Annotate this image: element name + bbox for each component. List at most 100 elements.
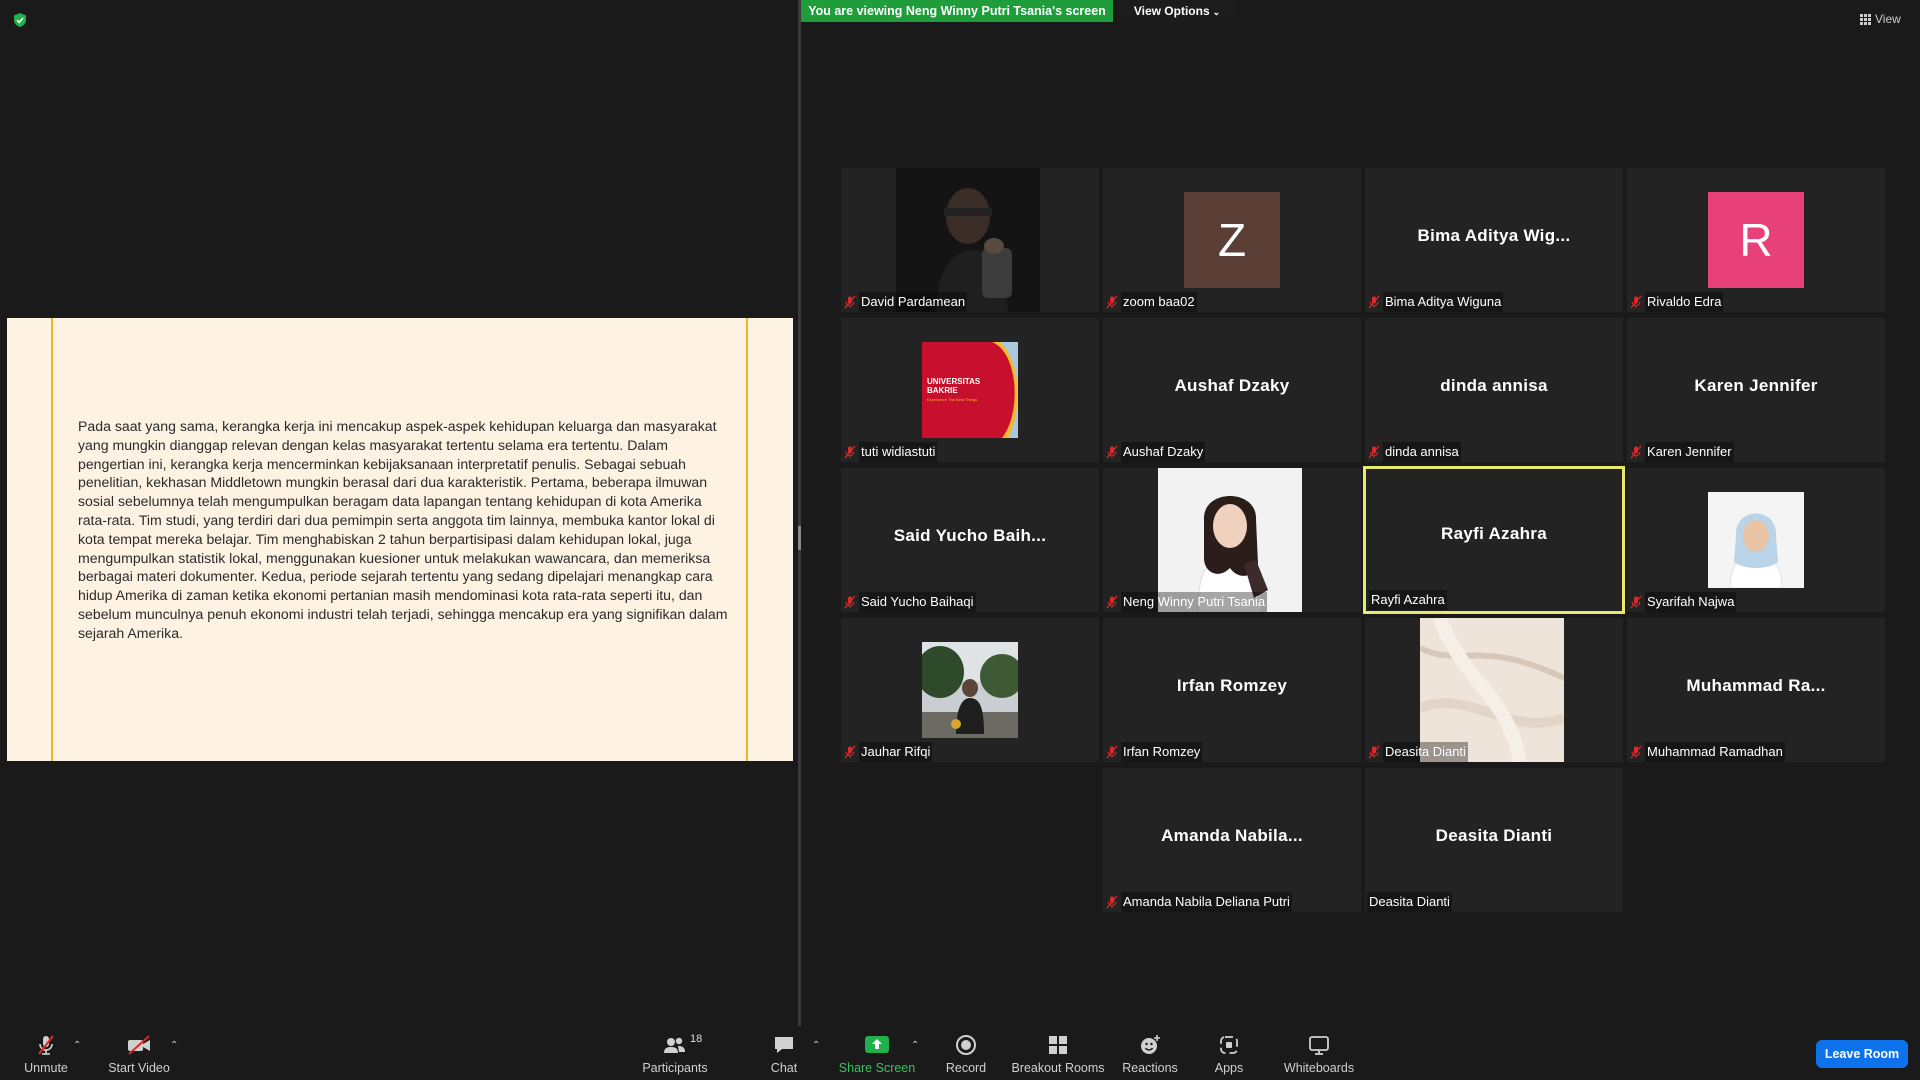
muted-mic-icon	[1630, 745, 1642, 759]
breakout-rooms-label: Breakout Rooms	[1011, 1061, 1105, 1075]
share-screen-label: Share Screen	[838, 1061, 916, 1075]
breakout-rooms-button[interactable]: Breakout Rooms	[1011, 1026, 1105, 1080]
participant-name: Jauhar Rifqi	[859, 742, 933, 762]
participant-name-label: Bima Aditya Wiguna	[1367, 292, 1507, 312]
chat-label: Chat	[770, 1061, 798, 1075]
slide-right-rule	[746, 318, 748, 761]
participant-name-label: Muhammad Ramadhan	[1629, 742, 1789, 762]
participant-tile[interactable]: David Pardamean	[841, 168, 1099, 312]
security-shield-icon[interactable]	[12, 12, 28, 28]
muted-mic-icon	[1630, 595, 1642, 609]
record-icon	[951, 1033, 981, 1057]
apps-button[interactable]: Apps	[1214, 1026, 1244, 1080]
muted-mic-icon	[1630, 295, 1642, 309]
chat-button[interactable]: Chat	[768, 1026, 800, 1080]
participant-name: Neng Winny Putri Tsania	[1121, 592, 1268, 612]
participant-tile[interactable]: Muhammad Ra... Muhammad Ramadhan	[1627, 618, 1885, 762]
video-camera-off-icon	[124, 1033, 154, 1057]
participant-name: tuti widiastuti	[859, 442, 938, 462]
muted-mic-icon	[1630, 445, 1642, 459]
video-options-caret-icon[interactable]: ⌃	[170, 1040, 178, 1051]
participant-name: Rivaldo Edra	[1645, 292, 1724, 312]
participant-tile[interactable]: Bima Aditya Wig... Bima Aditya Wiguna	[1365, 168, 1623, 312]
whiteboard-icon	[1304, 1033, 1334, 1057]
whiteboards-button[interactable]: Whiteboards	[1284, 1026, 1354, 1080]
shared-screen-area: Pada saat yang sama, kerangka kerja ini …	[0, 0, 797, 1024]
record-button[interactable]: Record	[944, 1026, 988, 1080]
reactions-label: Reactions	[1122, 1061, 1178, 1075]
viewing-screen-banner: You are viewing Neng Winny Putri Tsania'…	[801, 0, 1113, 22]
participant-name-label: Rayfi Azahra	[1369, 590, 1451, 610]
participant-video	[922, 642, 1018, 738]
participant-name: Deasita Dianti	[1383, 742, 1468, 762]
participant-name: Karen Jennifer	[1645, 442, 1734, 462]
start-video-button[interactable]: Start Video	[106, 1026, 172, 1080]
participant-tile[interactable]: dinda annisa dinda annisa	[1365, 318, 1623, 462]
reactions-smiley-icon	[1135, 1033, 1165, 1057]
muted-mic-icon	[1368, 445, 1380, 459]
participant-name: Muhammad Ramadhan	[1645, 742, 1785, 762]
participant-tile[interactable]: Deasita Dianti	[1365, 618, 1623, 762]
participant-display-name: dinda annisa	[1440, 376, 1548, 395]
participant-video: UNIVERSITASBAKRIE Experience The Best Thi…	[922, 342, 1018, 438]
participant-tile[interactable]: R Rivaldo Edra	[1627, 168, 1885, 312]
svg-text:UNIVERSITAS: UNIVERSITAS	[927, 377, 981, 386]
chat-options-caret-icon[interactable]: ⌃	[812, 1040, 820, 1051]
split-divider[interactable]	[798, 0, 801, 1026]
participant-name-label: Rivaldo Edra	[1629, 292, 1727, 312]
share-screen-button[interactable]: Share Screen	[838, 1026, 916, 1080]
participant-tile[interactable]: Amanda Nabila... Amanda Nabila Deliana Pu…	[1103, 768, 1361, 912]
participant-name-label: tuti widiastuti	[843, 442, 941, 462]
chat-bubble-icon	[769, 1033, 799, 1057]
muted-mic-icon	[1368, 295, 1380, 309]
muted-mic-icon	[844, 595, 856, 609]
audio-options-caret-icon[interactable]: ⌃	[73, 1040, 81, 1051]
apps-label: Apps	[1214, 1061, 1244, 1075]
participant-name: Aushaf Dzaky	[1121, 442, 1206, 462]
leave-room-button[interactable]: Leave Room	[1816, 1040, 1908, 1068]
participant-name-label: Aushaf Dzaky	[1105, 442, 1209, 462]
view-button-label: View	[1875, 12, 1901, 26]
split-divider-handle[interactable]	[798, 526, 801, 550]
unmute-label: Unmute	[24, 1061, 68, 1075]
participant-tile[interactable]: Irfan Romzey Irfan Romzey	[1103, 618, 1361, 762]
participant-name-label: Neng Winny Putri Tsania	[1105, 592, 1271, 612]
participant-name: Rayfi Azahra	[1369, 590, 1447, 610]
participant-name-label: Said Yucho Baihaqi	[843, 592, 980, 612]
share-options-caret-icon[interactable]: ⌃	[911, 1040, 919, 1051]
participant-video	[1708, 492, 1804, 588]
muted-mic-icon	[844, 745, 856, 759]
participant-tile[interactable]: Jauhar Rifqi	[841, 618, 1099, 762]
participant-name: dinda annisa	[1383, 442, 1461, 462]
view-button[interactable]: View	[1860, 11, 1901, 27]
participant-video	[1158, 468, 1302, 612]
participant-tile[interactable]: Karen Jennifer Karen Jennifer	[1627, 318, 1885, 462]
participant-tile[interactable]: Syarifah Najwa	[1627, 468, 1885, 612]
unmute-button[interactable]: Unmute	[20, 1026, 72, 1080]
participant-name: Syarifah Najwa	[1645, 592, 1737, 612]
svg-text:BAKRIE: BAKRIE	[927, 386, 958, 395]
svg-text:Experience The Best Things: Experience The Best Things	[927, 397, 977, 402]
shared-slide: Pada saat yang sama, kerangka kerja ini …	[7, 318, 793, 761]
participant-name: Said Yucho Baihaqi	[859, 592, 976, 612]
participant-tile[interactable]: Deasita Dianti Deasita Dianti	[1365, 768, 1623, 912]
participant-tile[interactable]: Rayfi Azahra Rayfi Azahra	[1363, 466, 1625, 614]
participant-tile[interactable]: Zzoom baa02	[1103, 168, 1361, 312]
muted-mic-icon	[844, 445, 856, 459]
participant-tile[interactable]: Aushaf Dzaky Aushaf Dzaky	[1103, 318, 1361, 462]
slide-body-text: Pada saat yang sama, kerangka kerja ini …	[78, 418, 728, 641]
participant-display-name: Muhammad Ra...	[1686, 676, 1826, 695]
participant-tile[interactable]: UNIVERSITAS BAKRIE Experience The Best Thi…	[841, 318, 1099, 462]
participant-name: Bima Aditya Wiguna	[1383, 292, 1504, 312]
participant-name-label: Syarifah Najwa	[1629, 592, 1740, 612]
reactions-button[interactable]: Reactions	[1122, 1026, 1178, 1080]
participant-tile[interactable]: Neng Winny Putri Tsania	[1103, 468, 1361, 612]
muted-mic-icon	[1106, 745, 1118, 759]
view-options-button[interactable]: View Options ⌄	[1117, 0, 1237, 22]
participant-name-label: Deasita Dianti	[1367, 892, 1456, 912]
start-video-label: Start Video	[108, 1061, 170, 1075]
participant-name-label: Karen Jennifer	[1629, 442, 1738, 462]
participant-tile[interactable]: Said Yucho Baih... Said Yucho Baihaqi	[841, 468, 1099, 612]
whiteboards-label: Whiteboards	[1283, 1061, 1355, 1075]
participant-avatar: Z	[1184, 192, 1280, 288]
